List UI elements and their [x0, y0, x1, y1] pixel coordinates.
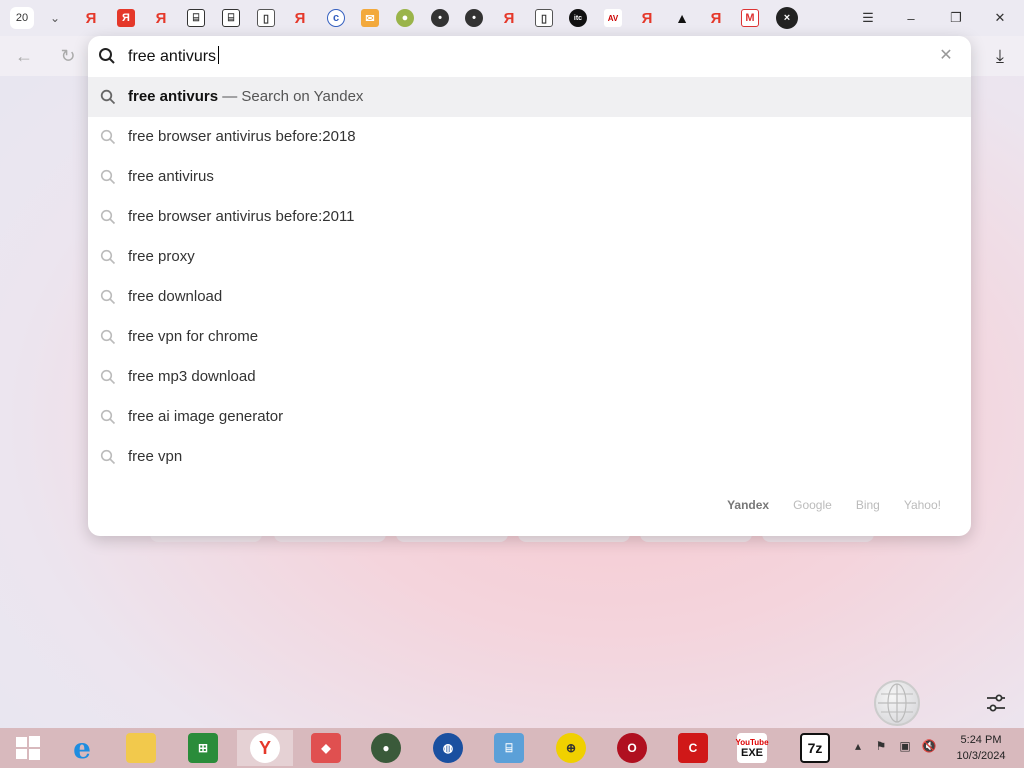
yandex-tab-icon[interactable]: Я [291, 9, 309, 27]
suggestion-text: free vpn for chrome [128, 328, 259, 345]
gmail-tab-icon[interactable]: M [741, 9, 759, 27]
puzzle-tab-icon[interactable]: ● [396, 9, 414, 27]
yandex-red-tab-icon[interactable]: Я [117, 9, 135, 27]
suggestion-text: free antivirus [128, 168, 214, 185]
museum-tab-icon[interactable]: ⌸ [222, 9, 240, 27]
engine-yandex[interactable]: Yandex [727, 498, 769, 512]
triangle-tab-icon[interactable]: ▲ [673, 9, 691, 27]
text-caret [218, 46, 220, 64]
yandex-tab-icon[interactable]: Я [638, 9, 656, 27]
flag-icon[interactable]: ⚑ [873, 738, 889, 754]
suggestion-text: free browser antivirus before:2011 [128, 208, 355, 225]
yandex-tab-icon[interactable]: Я [82, 9, 100, 27]
search-icon [100, 449, 116, 470]
taskbar: e ⊞ Y ◆ ● ◍ ⌸ ⊕ O C YouTube EXE 7z ▴ ⚑ ▣… [0, 728, 1024, 768]
download-icon[interactable]: ⤓ [990, 46, 1010, 66]
suggestion-text: free download [128, 288, 223, 305]
search-icon [100, 249, 116, 270]
tab-strip: 20 ⌄ Я Я Я ⌸ ⌸ ▯ Я c ✉ ● • • Я ▯ itc AV … [0, 0, 1024, 36]
engine-yahoo[interactable]: Yahoo! [904, 498, 941, 512]
youtube-exe-bottom: EXE [740, 747, 763, 759]
suggestion-item[interactable]: free vpn for chrome [88, 317, 971, 357]
7zip-icon[interactable]: 7z [787, 730, 843, 766]
search-input[interactable]: free antivurs [128, 46, 220, 66]
suggestion-item[interactable]: free mp3 download [88, 357, 971, 397]
engine-bing[interactable]: Bing [856, 498, 880, 512]
minimize-icon[interactable]: – [900, 8, 922, 28]
omnibox-input-row[interactable]: free antivurs ✕ [88, 36, 971, 76]
restore-icon[interactable]: ❐ [945, 8, 967, 28]
search-icon [100, 209, 116, 230]
omnibox-dropdown: free antivurs ✕ free antivurs — Search o… [88, 36, 971, 536]
close-icon[interactable]: ✕ [937, 46, 955, 64]
volume-muted-icon[interactable]: 🔇 [921, 738, 937, 754]
back-arrow-icon[interactable]: ← [14, 46, 34, 66]
suggestion-text: free ai image generator [128, 408, 284, 425]
engine-google[interactable]: Google [793, 498, 832, 512]
search-icon [100, 369, 116, 390]
network-app-icon[interactable]: ⌸ [481, 730, 537, 766]
suggestion-text: free vpn [128, 448, 183, 465]
yandex-tab-icon[interactable]: Я [707, 9, 725, 27]
network-icon[interactable]: ▣ [897, 738, 913, 754]
search-icon [100, 89, 116, 110]
system-clock[interactable]: 5:24 PM 10/3/2024 [950, 732, 1012, 764]
globe-app-icon[interactable]: ◍ [420, 730, 476, 766]
document-tab-icon[interactable]: ▯ [535, 9, 553, 27]
opera-app-icon[interactable]: O [604, 730, 660, 766]
avatar-tab-icon[interactable]: • [431, 9, 449, 27]
suggestion-item[interactable]: free download [88, 277, 971, 317]
suggestion-item[interactable]: free browser antivirus before:2018 [88, 117, 971, 157]
suggestion-item[interactable]: free vpn [88, 437, 971, 477]
suggestion-text: free browser antivirus before:2018 [128, 128, 356, 145]
search-icon [100, 169, 116, 190]
clock-time: 5:24 PM [960, 734, 1002, 746]
customize-sliders-icon[interactable] [985, 692, 1007, 714]
mail-tab-icon[interactable]: ✉ [361, 9, 379, 27]
clock-date: 10/3/2024 [956, 750, 1006, 762]
search-icon [100, 409, 116, 430]
yandex-tab-icon[interactable]: Я [152, 9, 170, 27]
tab-list-chevron-icon[interactable]: ⌄ [44, 7, 66, 29]
yandex-tab-icon[interactable]: Я [500, 9, 518, 27]
close-window-icon[interactable]: ✕ [989, 8, 1011, 28]
search-icon [100, 129, 116, 150]
windows-start-icon[interactable] [0, 730, 56, 766]
suggestion-text: free proxy [128, 248, 195, 265]
app-icon[interactable]: ◆ [298, 730, 354, 766]
search-engine-switcher: Yandex Google Bing Yahoo! [727, 498, 941, 512]
suggestion-text: free mp3 download [128, 368, 256, 385]
document-tab-icon[interactable]: ▯ [257, 9, 275, 27]
search-icon [100, 289, 116, 310]
suggestion-hint: — Search on Yandex [218, 88, 364, 105]
globe-icon[interactable] [874, 680, 920, 726]
c-app-icon[interactable]: C [665, 730, 721, 766]
tab-count-badge[interactable]: 20 [10, 7, 34, 29]
suggestion-item[interactable]: free ai image generator [88, 397, 971, 437]
suggestion-item[interactable]: free antivirus [88, 157, 971, 197]
tray-expand-icon[interactable]: ▴ [850, 738, 866, 754]
itc-tab-icon[interactable]: itc [569, 9, 587, 27]
av-test-tab-icon[interactable]: AV [604, 9, 622, 27]
suggestion-query-text: free antivurs [128, 88, 219, 105]
active-tab-close-icon[interactable]: × [776, 7, 798, 29]
suggestion-search-query[interactable]: free antivurs — Search on Yandex [88, 77, 971, 117]
user-app-icon[interactable]: ● [358, 730, 414, 766]
search-icon [100, 329, 116, 350]
avatar-tab-icon[interactable]: • [465, 9, 483, 27]
yandex-browser-icon[interactable]: Y [237, 730, 293, 766]
browser-menu-icon[interactable]: ☰ [857, 8, 879, 28]
suggestion-item[interactable]: free proxy [88, 237, 971, 277]
file-explorer-icon[interactable] [113, 730, 169, 766]
museum-tab-icon[interactable]: ⌸ [187, 9, 205, 27]
store-icon[interactable]: ⊞ [175, 730, 231, 766]
shield-tab-icon[interactable]: c [327, 9, 345, 27]
youtube-exe-icon[interactable]: YouTube EXE [724, 730, 780, 766]
reload-icon[interactable]: ↻ [58, 46, 78, 66]
web-app-icon[interactable]: ⊕ [543, 730, 599, 766]
internet-explorer-icon[interactable]: e [54, 730, 110, 766]
suggestion-item[interactable]: free browser antivirus before:2011 [88, 197, 971, 237]
search-icon [98, 47, 116, 70]
